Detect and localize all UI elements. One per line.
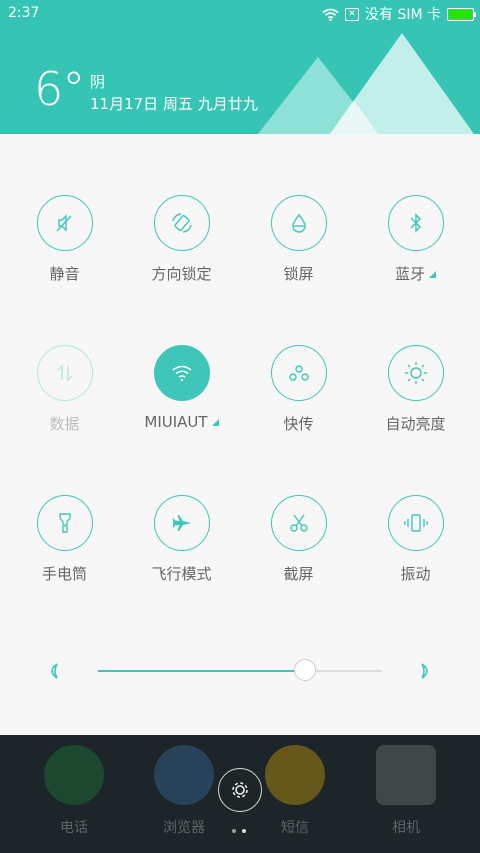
no-sim-icon: ✕	[345, 7, 359, 21]
status-time: 2:37	[8, 5, 40, 21]
dock-app-camera[interactable]: 相机	[366, 745, 446, 837]
toggle-label: 截屏	[283, 565, 314, 583]
settings-button[interactable]	[218, 768, 262, 812]
toggle-lock-screen[interactable]: 锁屏	[240, 195, 357, 284]
toggle-label: 快传	[283, 415, 314, 433]
dock-app-label: 浏览器	[163, 820, 205, 836]
more-indicator	[429, 271, 436, 278]
screenshot-icon	[270, 495, 327, 551]
page-dot	[232, 829, 236, 833]
status-bar: 2:37 ✕ 没有 SIM 卡	[0, 0, 480, 28]
toggle-airplane[interactable]: 飞行模式	[123, 495, 240, 584]
flashlight-icon	[36, 495, 93, 551]
vibrate-icon	[387, 495, 444, 551]
date-text: 11月17日 周五 九月廿九	[90, 95, 258, 113]
temperature: 6°	[34, 62, 85, 116]
more-indicator	[211, 419, 219, 426]
dock-app-label: 短信	[281, 820, 309, 836]
lock-screen-icon	[270, 195, 327, 251]
toggle-label: 自动亮度	[385, 415, 446, 433]
page-dot-active	[242, 829, 246, 833]
toggle-label: 方向锁定	[151, 265, 212, 283]
mute-icon	[36, 195, 93, 251]
messages-icon	[265, 745, 325, 805]
auto-brightness-icon	[387, 345, 444, 401]
bluetooth-icon	[387, 195, 444, 251]
gear-icon	[232, 782, 248, 798]
toggle-bluetooth[interactable]: 蓝牙	[357, 195, 474, 284]
carrier-text: 没有 SIM 卡	[365, 7, 441, 23]
toggle-label: 蓝牙	[394, 265, 425, 283]
dock-app-label: 相机	[392, 820, 420, 836]
brightness-slider[interactable]	[98, 659, 382, 681]
page-indicator	[232, 829, 246, 833]
dock-app-phone[interactable]: 电话	[34, 745, 114, 837]
toggle-wifi[interactable]: MIUIAUT	[123, 345, 240, 431]
wifi-icon	[153, 345, 210, 401]
toggle-label: MIUIAUT	[144, 413, 208, 431]
toggle-screenshot[interactable]: 截屏	[240, 495, 357, 584]
toggle-label: 手电筒	[41, 565, 87, 583]
brightness-high-icon[interactable]	[416, 661, 436, 681]
dock: 电话 浏览器 短信 相机	[0, 735, 480, 853]
toggle-label: 锁屏	[283, 265, 314, 283]
battery-icon	[447, 7, 476, 21]
toggle-quick-share[interactable]: 快传	[240, 345, 357, 434]
toggle-label: 静音	[49, 265, 80, 283]
weather-header[interactable]: 2:37 ✕ 没有 SIM 卡 6° 阴 11月17日 周五 九月廿九	[0, 0, 480, 134]
dock-app-browser[interactable]: 浏览器	[144, 745, 224, 837]
toggle-flashlight[interactable]: 手电筒	[6, 495, 123, 584]
dock-app-messages[interactable]: 短信	[255, 745, 335, 837]
toggle-mute[interactable]: 静音	[6, 195, 123, 284]
mobile-data-icon	[36, 345, 93, 401]
wifi-signal-icon	[322, 8, 339, 21]
brightness-slider-thumb[interactable]	[294, 659, 317, 681]
toggle-label: 振动	[400, 565, 431, 583]
rotation-lock-icon	[153, 195, 210, 251]
airplane-icon	[153, 495, 210, 551]
toggle-vibrate[interactable]: 振动	[357, 495, 474, 584]
quick-share-icon	[270, 345, 327, 401]
weather-condition: 阴	[90, 73, 106, 91]
brightness-low-icon[interactable]	[43, 661, 63, 681]
toggle-label: 数据	[49, 415, 80, 433]
phone-icon	[44, 745, 104, 805]
brightness-slider-fill	[98, 670, 306, 672]
camera-icon	[376, 745, 436, 805]
toggle-rotation-lock[interactable]: 方向锁定	[123, 195, 240, 284]
toggle-mobile-data[interactable]: 数据	[6, 345, 123, 434]
browser-icon	[154, 745, 214, 805]
dock-app-label: 电话	[60, 820, 88, 836]
toggle-auto-brightness[interactable]: 自动亮度	[357, 345, 474, 434]
toggle-label: 飞行模式	[151, 565, 212, 583]
